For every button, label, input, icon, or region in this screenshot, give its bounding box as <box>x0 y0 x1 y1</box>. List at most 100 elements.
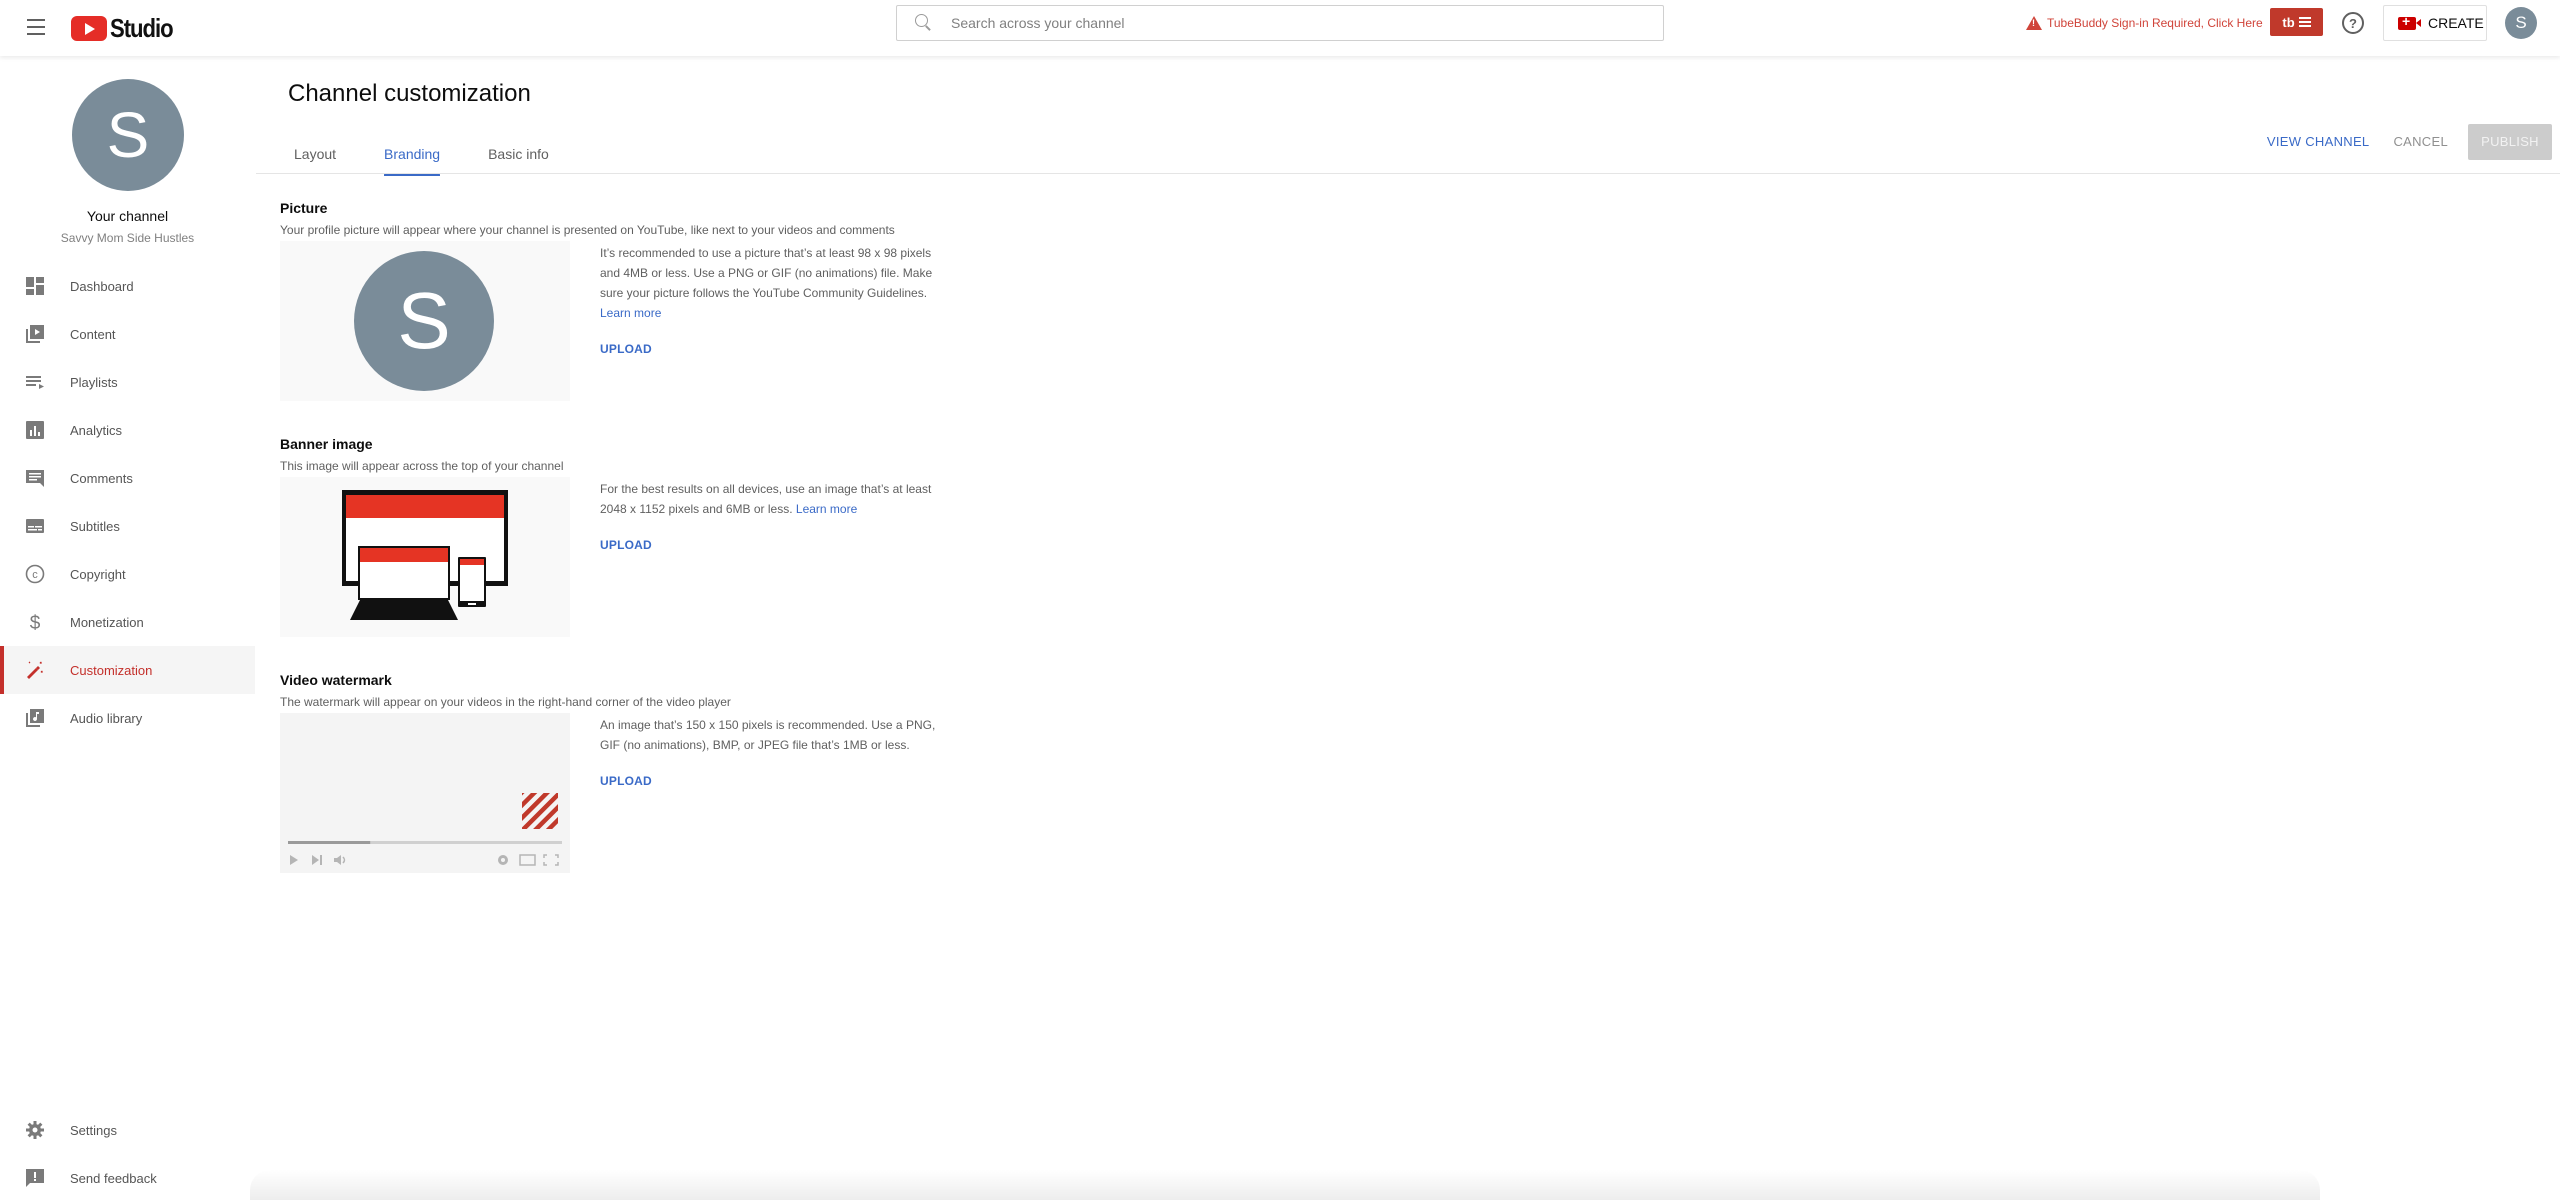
section-description: The watermark will appear on your videos… <box>280 695 731 709</box>
channel-name: Savvy Mom Side Hustles <box>60 231 195 245</box>
picture-preview: S <box>280 241 570 401</box>
header-actions: VIEW CHANNEL CANCEL PUBLISH <box>2255 124 2552 160</box>
sidebar-item-dashboard[interactable]: Dashboard <box>0 262 255 310</box>
account-avatar[interactable]: S <box>2505 7 2537 39</box>
warning-icon <box>2026 16 2042 30</box>
app-name: Studio <box>110 12 174 43</box>
settings-icon <box>24 1119 46 1141</box>
sidebar-item-label: Audio library <box>70 710 143 726</box>
create-label: CREATE <box>2428 15 2484 31</box>
main-content: Channel customization Layout Branding Ba… <box>256 56 2560 1200</box>
sidebar-item-label: Copyright <box>70 566 126 582</box>
volume-icon <box>334 855 341 865</box>
channel-avatar[interactable]: S <box>72 79 184 191</box>
watermark-placeholder-icon <box>522 793 558 829</box>
copyright-icon: c <box>24 563 46 585</box>
learn-more-link[interactable]: Learn more <box>796 502 857 516</box>
sidebar-item-label: Analytics <box>70 422 123 438</box>
play-icon <box>290 855 298 865</box>
channel-title: Your channel <box>86 208 169 224</box>
tubebuddy-menu-button[interactable]: tb <box>2270 8 2323 36</box>
theater-mode-icon <box>519 854 536 866</box>
view-channel-button[interactable]: VIEW CHANNEL <box>2255 124 2382 160</box>
watermark-preview <box>280 713 570 873</box>
search-input[interactable] <box>951 15 1663 31</box>
sidebar-item-content[interactable]: Content <box>0 310 255 358</box>
banner-guidelines-text: For the best results on all devices, use… <box>600 482 932 516</box>
customization-icon <box>24 659 46 681</box>
sidebar-item-label: Subtitles <box>70 518 120 534</box>
sidebar-item-playlists[interactable]: Playlists <box>0 358 255 406</box>
picture-section: Picture Your profile picture will appear… <box>280 200 980 410</box>
subtitles-icon <box>24 515 46 537</box>
help-icon[interactable]: ? <box>2342 12 2364 34</box>
tab-bar: Layout Branding Basic info <box>280 132 583 176</box>
content-icon <box>24 323 46 345</box>
playlists-icon <box>24 371 46 393</box>
tab-branding[interactable]: Branding <box>370 132 454 176</box>
sidebar-item-analytics[interactable]: Analytics <box>0 406 255 454</box>
sidebar-item-copyright[interactable]: c Copyright <box>0 550 255 598</box>
tab-basic-info[interactable]: Basic info <box>474 132 563 176</box>
sidebar-item-label: Customization <box>70 662 153 678</box>
sidebar-item-monetization[interactable]: $ Monetization <box>0 598 255 646</box>
tubebuddy-signin-link[interactable]: TubeBuddy Sign-in Required, Click Here <box>2026 14 2263 32</box>
youtube-studio-logo[interactable]: Studio <box>71 10 184 46</box>
tab-layout[interactable]: Layout <box>280 132 350 176</box>
sidebar-item-send-feedback[interactable]: Send feedback <box>0 1154 255 1200</box>
create-video-icon <box>2398 13 2421 30</box>
watermark-guidelines-text: An image that’s 150 x 150 pixels is reco… <box>600 718 936 752</box>
svg-text:c: c <box>32 569 38 581</box>
youtube-play-icon <box>71 15 107 41</box>
page-title: Channel customization <box>288 80 531 107</box>
audio-library-icon <box>24 707 46 729</box>
menu-lines-icon <box>2298 15 2311 29</box>
svg-text:$: $ <box>30 613 41 632</box>
sidebar-item-label: Dashboard <box>70 278 134 294</box>
cancel-button[interactable]: CANCEL <box>2381 124 2460 160</box>
sidebar-bottom-nav: Settings Send feedback <box>0 1106 255 1200</box>
monetization-icon: $ <box>24 611 46 633</box>
bottom-shadow <box>250 1170 2320 1200</box>
sidebar-item-audio-library[interactable]: Audio library <box>0 694 255 742</box>
publish-button[interactable]: PUBLISH <box>2468 124 2552 160</box>
banner-section: Banner image This image will appear acro… <box>280 436 980 646</box>
fullscreen-icon <box>543 854 559 866</box>
top-bar: Studio TubeBuddy Sign-in Required, Click… <box>0 0 2560 56</box>
feedback-icon <box>24 1167 46 1189</box>
section-description: This image will appear across the top of… <box>280 459 564 473</box>
upload-watermark-button[interactable]: UPLOAD <box>600 771 652 791</box>
picture-guidelines-text: It’s recommended to use a picture that’s… <box>600 246 933 300</box>
upload-picture-button[interactable]: UPLOAD <box>600 339 652 359</box>
section-title: Banner image <box>280 436 373 452</box>
next-icon <box>312 855 319 865</box>
section-description: Your profile picture will appear where y… <box>280 223 895 237</box>
tubebuddy-logo-icon: tb <box>2282 14 2295 30</box>
search-icon <box>913 13 933 33</box>
watermark-info: An image that’s 150 x 150 pixels is reco… <box>600 715 940 791</box>
sidebar-item-subtitles[interactable]: Subtitles <box>0 502 255 550</box>
dashboard-icon <box>24 275 46 297</box>
sidebar-item-customization[interactable]: Customization <box>0 646 255 694</box>
upload-banner-button[interactable]: UPLOAD <box>600 535 652 555</box>
sidebar-item-comments[interactable]: Comments <box>0 454 255 502</box>
sidebar-nav: Dashboard Content Playlists Analytics Co… <box>0 262 255 742</box>
video-progress-fill <box>288 841 371 844</box>
hamburger-menu-icon[interactable] <box>22 14 50 42</box>
watermark-section: Video watermark The watermark will appea… <box>280 672 980 892</box>
comments-icon <box>24 467 46 489</box>
create-button[interactable]: CREATE <box>2383 5 2487 41</box>
learn-more-link[interactable]: Learn more <box>600 306 661 320</box>
sidebar: S Your channel Savvy Mom Side Hustles Da… <box>0 56 255 1200</box>
search-box[interactable] <box>896 5 1664 41</box>
section-title: Video watermark <box>280 672 392 688</box>
video-player-preview <box>288 793 562 866</box>
sidebar-item-label: Settings <box>70 1122 117 1138</box>
sidebar-item-settings[interactable]: Settings <box>0 1106 255 1154</box>
analytics-icon <box>24 419 46 441</box>
sidebar-item-label: Playlists <box>70 374 118 390</box>
tubebuddy-warning-text: TubeBuddy Sign-in Required, Click Here <box>2047 16 2263 30</box>
profile-picture-avatar: S <box>354 251 494 391</box>
tabs-divider <box>256 173 2560 174</box>
picture-info: It’s recommended to use a picture that’s… <box>600 243 940 359</box>
